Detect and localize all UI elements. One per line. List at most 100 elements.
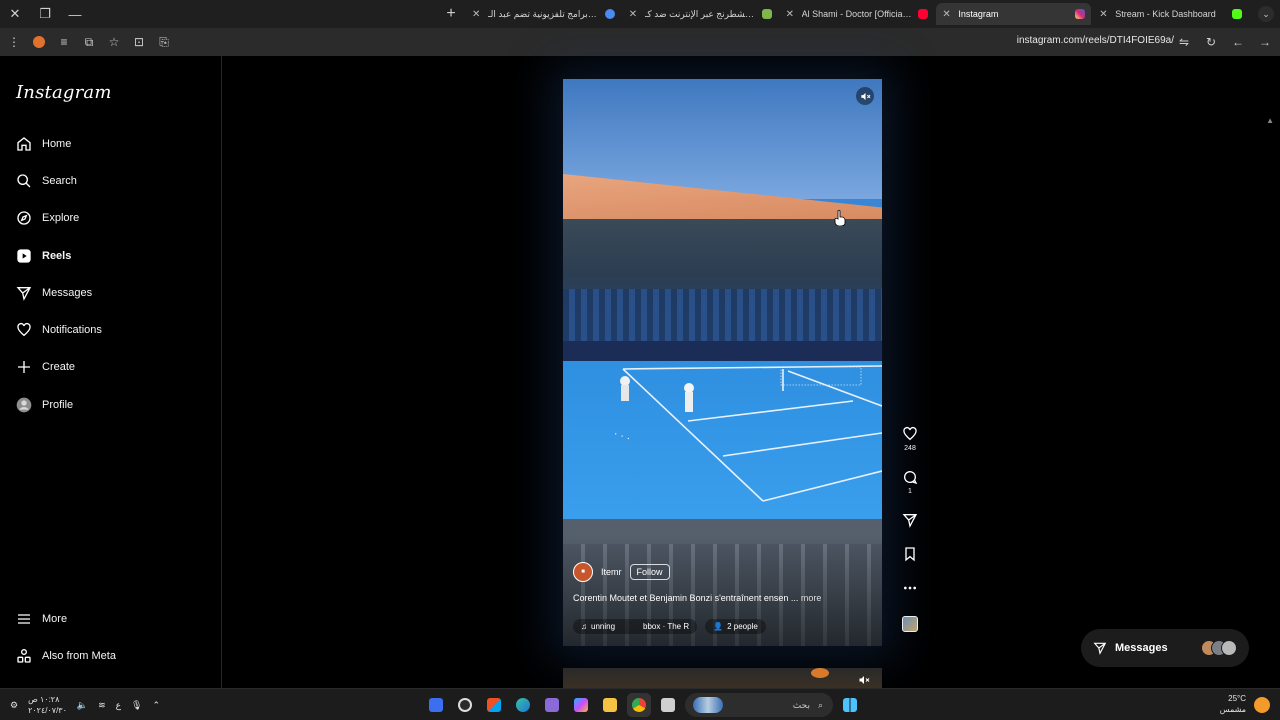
back-icon[interactable]: ← [1227,31,1249,53]
settings-gear-icon[interactable]: ⚙ [10,700,18,711]
reel-caption: Corentin Moutet et Benjamin Bonzi s'entr… [573,593,873,603]
sidebar-item-label: Notifications [42,324,102,336]
minimize-window-icon[interactable]: — [60,0,90,28]
sun-icon [1254,697,1270,713]
next-reel-preview[interactable] [563,668,882,688]
tagged-count: 2 people [727,622,758,631]
tray-expand-icon[interactable]: ⌃ [152,700,160,711]
volume-icon[interactable]: 🔈 [77,700,88,711]
tab-title: Stream - Kick Dashboard [1115,9,1216,19]
caption-more-link[interactable]: more [801,593,822,603]
app-window-icon[interactable] [656,693,680,717]
sidebar-item-notifications[interactable]: Notifications [16,317,102,343]
sidebar-item-messages[interactable]: Messages [16,280,92,306]
tab-1[interactable]: ✕ العب الشطرنج عبر الإنترنت ضد كـ [623,3,778,25]
clock[interactable]: ١٠:٢٨ ص ٢٠٢٤/٠٧/٣٠ [28,694,67,716]
tab-favicon [1075,9,1086,19]
forward-icon[interactable]: → [1254,31,1276,53]
sidebar-item-search[interactable]: Search [16,168,77,194]
sidebar-item-home[interactable]: Home [16,131,71,157]
sidebar-item-also-from-meta[interactable]: Also from Meta [16,643,116,669]
follow-button[interactable]: Follow [629,564,670,580]
share-action[interactable] [898,512,922,528]
taskbar-search[interactable]: بحث ⌕ [685,693,833,717]
sidebar-item-label: Reels [42,250,72,262]
sidebar-item-profile[interactable]: Profile [16,392,73,418]
weather-text: مشمس [1219,705,1246,714]
video-seats [563,289,882,349]
tab-title: العب الشطرنج عبر الإنترنت ضد كـ [644,8,756,19]
wifi-icon[interactable]: ≋ [98,700,106,711]
sidebar-item-more[interactable]: More [16,606,67,632]
sidebar-item-explore[interactable]: Explore [16,205,79,231]
save-action[interactable] [898,546,922,562]
tab-title: أفلام وبرامج تلفزيونية تضم عبد الـ [488,8,599,19]
audio-chip[interactable]: ♫ unning bbox · The R [573,619,698,634]
start-button-icon[interactable] [838,693,862,717]
app-copilot-icon[interactable] [569,693,593,717]
tab-3[interactable]: ✕ Instagram [936,3,1092,25]
person-icon: 👤 [713,622,724,631]
sidebar-item-label: Messages [42,287,93,299]
tab-2[interactable]: ✕ Al Shami - Doctor [Official Mus [780,3,935,25]
system-tray: ⚙ ١٠:٢٨ ص ٢٠٢٤/٠٧/٣٠ 🔈 ≋ ع 🎙 ⌃ [10,689,160,720]
sidebar-item-create[interactable]: Create [16,354,75,380]
tab-title: Instagram [958,9,999,19]
app-store-icon[interactable] [482,693,506,717]
tab-4[interactable]: ✕ Stream - Kick Dashboard [1093,3,1248,25]
tagged-people-chip[interactable]: 👤 2 people [705,619,766,634]
tab-close-icon[interactable]: ✕ [1099,9,1109,20]
reload-icon[interactable]: ↻ [1200,31,1222,53]
address-bar[interactable]: instagram.com/reels/DTI4FOIE69a/ [1017,35,1174,46]
app-box-icon[interactable] [540,693,564,717]
avatar-icon [16,397,32,413]
author-name[interactable]: Itemr [601,567,622,577]
weather-widget[interactable]: 25°C مشمس [1220,693,1246,715]
app-file-explorer-icon[interactable] [598,693,622,717]
reading-list-icon[interactable]: ≡ [53,31,75,53]
tab-search-icon[interactable]: ⌄ [1258,6,1274,22]
tab-close-icon[interactable]: ✕ [629,9,639,20]
mute-button[interactable] [856,87,874,105]
language-indicator[interactable]: ع [116,700,121,711]
comment-action[interactable]: 1 [898,469,922,495]
app-chatgpt-icon[interactable] [453,693,477,717]
muted-speaker-icon[interactable] [858,674,870,686]
bookmark-star-icon[interactable]: ☆ [103,31,125,53]
instagram-page: Instagram Home Search Explore Reels Mess… [0,56,1280,688]
app-chrome-icon[interactable] [627,693,651,717]
microphone-icon[interactable]: 🎙 [131,700,142,711]
sidebar-item-label: Home [42,138,72,150]
translate-icon[interactable]: ⊡ [128,31,150,53]
comment-count: 1 [908,488,912,495]
restore-window-icon[interactable]: ❐ [30,0,60,28]
menu-dots-icon[interactable]: ⋮ [3,31,25,53]
like-action[interactable]: 248 [898,426,922,452]
scroll-up-arrow-icon[interactable]: ▲ [1266,116,1274,125]
cast-icon[interactable]: ⎘ [153,31,175,53]
tab-0[interactable]: ✕ أفلام وبرامج تلفزيونية تضم عبد الـ [466,3,621,25]
close-window-icon[interactable]: ✕ [0,0,30,28]
author-avatar[interactable]: ■ [573,562,593,582]
audio-thumbnail[interactable] [902,616,918,632]
comment-icon [904,471,918,485]
meta-icon [16,648,32,664]
tab-close-icon[interactable]: ✕ [472,9,482,20]
sidebar-item-reels[interactable]: Reels [16,243,71,269]
tab-close-icon[interactable]: ✕ [942,9,952,20]
reel-video[interactable]: · · · ■ Itemr Follow Corentin Moutet et … [563,79,882,646]
tab-close-icon[interactable]: ✕ [786,9,796,20]
more-options-action[interactable] [898,580,922,596]
next-reel-highlight [811,668,829,678]
extensions-icon[interactable]: ⧉ [78,31,100,53]
new-tab-button[interactable]: + [440,0,462,28]
instagram-logo[interactable]: Instagram [16,82,112,103]
app-edge-icon[interactable] [511,693,535,717]
audio-artist: bbox · The R [643,622,690,631]
site-settings-icon[interactable]: ⇋ [1173,31,1195,53]
app-blue-icon[interactable] [424,693,448,717]
sidebar-item-label: Also from Meta [42,650,116,662]
messages-pill[interactable]: Messages [1081,629,1249,667]
profile-icon[interactable] [28,31,50,53]
search-icon [16,173,32,189]
